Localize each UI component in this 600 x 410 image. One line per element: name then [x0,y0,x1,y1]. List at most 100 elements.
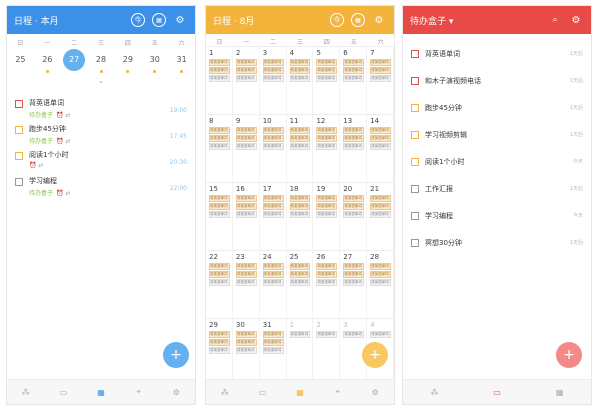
calendar-day-cell[interactable]: 27 背英语单词 背英语单词 背英语单词 [340,251,368,318]
box-selector[interactable]: 待办盒子 ▾ [410,14,542,27]
event-chip[interactable]: 背英语单词 [316,195,338,202]
event-chip[interactable]: 背英语单词 [316,263,338,270]
today-button[interactable]: 今 [130,12,146,28]
chevron-down-icon[interactable]: ⌄ [7,76,195,86]
event-chip[interactable]: 背英语单词 [343,59,365,66]
event-chip[interactable]: 背英语单词 [343,135,365,142]
event-chip[interactable]: 背英语单词 [316,271,338,278]
task-item[interactable]: 跑步45分钟 待办盒子 ⏰ ⇄ 17:45 [7,118,195,145]
event-chip[interactable]: 背英语单词 [316,127,338,134]
event-chip[interactable]: 背英语单词 [316,135,338,142]
date-cell-selected[interactable]: 27 [61,49,88,76]
event-chip[interactable]: 背英语单词 [235,279,257,286]
event-chip[interactable]: 背英语单词 [235,347,257,354]
calendar-day-cell[interactable]: 2 背英语单词 背英语单词 背英语单词 [233,47,260,114]
settings-icon[interactable]: ⚙ [356,380,394,404]
calendar-day-cell[interactable]: 28 背英语单词 背英语单词 背英语单词 [367,251,394,318]
event-chip[interactable]: 背英语单词 [370,59,392,66]
event-chip[interactable]: 背英语单词 [289,67,311,74]
event-chip[interactable]: 背英语单词 [316,203,338,210]
event-chip[interactable]: 背英语单词 [289,203,311,210]
calendar-day-cell[interactable]: 11 背英语单词 背英语单词 背英语单词 [287,115,314,182]
calendar-day-cell[interactable]: 22 背英语单词 背英语单词 背英语单词 [206,251,233,318]
event-chip[interactable]: 背英语单词 [289,135,311,142]
calendar-day-cell[interactable]: 4 背英语单词 背英语单词 背英语单词 [287,47,314,114]
event-chip[interactable]: 背英语单词 [316,143,338,150]
task-checkbox[interactable] [411,49,419,58]
event-chip[interactable]: 背英语单词 [316,67,338,74]
settings-icon[interactable]: ⚙ [371,12,387,28]
event-chip[interactable]: 背英语单词 [289,195,311,202]
event-chip[interactable]: 背英语单词 [343,143,365,150]
event-chip[interactable]: 背英语单词 [235,339,257,346]
event-chip[interactable]: 背英语单词 [209,279,230,286]
clipboard-icon[interactable]: ▭ [45,380,83,404]
calendar-day-cell[interactable]: 19 背英语单词 背英语单词 背英语单词 [313,183,341,250]
task-item[interactable]: 阅读1个小时 ⏰ ⇄ 20:30 [7,144,195,170]
date-cell[interactable]: 30 [141,52,168,76]
date-cell[interactable]: 25 [7,52,34,76]
focus-icon[interactable]: ⌖ [319,380,357,404]
calendar-view-icon[interactable]: ▦ [350,12,366,28]
event-chip[interactable]: 背英语单词 [262,195,284,202]
focus-icon[interactable]: ⌖ [120,380,158,404]
calendar-day-cell[interactable]: 9 背英语单词 背英语单词 背英语单词 [233,115,260,182]
event-chip[interactable]: 背英语单词 [370,195,392,202]
add-button[interactable]: + [362,342,388,368]
calendar-day-cell[interactable]: 10 背英语单词 背英语单词 背英语单词 [260,115,287,182]
event-chip[interactable]: 背英语单词 [235,67,257,74]
event-chip[interactable]: 背英语单词 [343,263,365,270]
event-chip[interactable]: 背英语单词 [343,211,365,218]
event-chip[interactable]: 背英语单词 [209,271,230,278]
event-chip[interactable]: 背英语单词 [370,263,392,270]
share-icon[interactable]: ⁂ [7,380,45,404]
event-chip[interactable]: 背英语单词 [262,59,284,66]
event-chip[interactable]: 背英语单词 [370,271,392,278]
event-chip[interactable]: 背英语单词 [235,195,257,202]
event-chip[interactable]: 背英语单词 [235,143,257,150]
task-checkbox[interactable] [411,130,419,139]
event-chip[interactable]: 背英语单词 [343,195,365,202]
event-chip[interactable]: 背英语单词 [343,67,365,74]
calendar-icon[interactable]: ▦ [82,380,120,404]
event-chip[interactable]: 背英语单词 [235,127,257,134]
calendar-day-cell[interactable]: 14 背英语单词 背英语单词 背英语单词 [367,115,394,182]
calendar-day-cell[interactable]: 18 背英语单词 背英语单词 背英语单词 [287,183,314,250]
event-chip[interactable]: 背英语单词 [370,211,392,218]
calendar-icon[interactable]: ▦ [528,380,591,404]
task-item[interactable]: 背英语单词 待办盒子 ⏰ ⇄ 19:00 [7,92,195,119]
calendar-day-cell[interactable]: 2 背英语单词 [313,319,341,386]
task-checkbox[interactable] [411,157,419,166]
event-chip[interactable]: 背英语单词 [262,347,284,354]
today-button[interactable]: 今 [329,12,345,28]
event-chip[interactable]: 背英语单词 [370,331,392,338]
todo-item[interactable]: 学习视频剪辑 1天后 [403,121,591,148]
event-chip[interactable]: 背英语单词 [316,279,338,286]
event-chip[interactable]: 背英语单词 [209,127,230,134]
event-chip[interactable]: 背英语单词 [343,127,365,134]
event-chip[interactable]: 背英语单词 [262,271,284,278]
event-chip[interactable]: 背英语单词 [343,331,365,338]
event-chip[interactable]: 背英语单词 [262,127,284,134]
clipboard-icon[interactable]: ▭ [466,380,529,404]
add-button[interactable]: + [163,342,189,368]
event-chip[interactable]: 背英语单词 [209,211,230,218]
event-chip[interactable]: 背英语单词 [209,331,230,338]
event-chip[interactable]: 背英语单词 [370,203,392,210]
event-chip[interactable]: 背英语单词 [262,143,284,150]
event-chip[interactable]: 背英语单词 [209,203,230,210]
calendar-day-cell[interactable]: 15 背英语单词 背英语单词 背英语单词 [206,183,233,250]
event-chip[interactable]: 背英语单词 [209,263,230,270]
event-chip[interactable]: 背英语单词 [262,67,284,74]
event-chip[interactable]: 背英语单词 [289,59,311,66]
task-checkbox[interactable] [15,178,23,186]
settings-icon[interactable]: ⚙ [157,380,195,404]
event-chip[interactable]: 背英语单词 [370,279,392,286]
todo-item[interactable]: 和木子演视频电话 1天后 [403,67,591,94]
share-icon[interactable]: ⁂ [403,380,466,404]
event-chip[interactable]: 背英语单词 [316,331,338,338]
event-chip[interactable]: 背英语单词 [235,203,257,210]
add-button[interactable]: + [556,342,582,368]
event-chip[interactable]: 背英语单词 [262,331,284,338]
event-chip[interactable]: 背英语单词 [235,271,257,278]
